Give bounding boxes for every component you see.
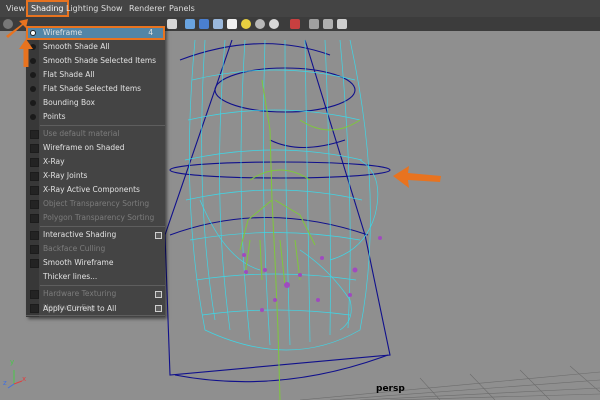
checkbox-icon <box>30 231 39 240</box>
checkbox-icon <box>30 144 39 153</box>
pointer-arrow-icon <box>6 19 28 38</box>
default-light-icon[interactable] <box>241 19 251 29</box>
menu-show[interactable]: Show <box>98 0 126 17</box>
grid-icon[interactable] <box>167 19 177 29</box>
axis-gizmo <box>7 370 23 389</box>
menu-item-wireframe-on-shaded[interactable]: Wireframe on Shaded <box>26 141 165 155</box>
checkbox-icon <box>30 214 39 223</box>
shading-menu: Wireframe 4 Smooth Shade All Smooth Shad… <box>26 26 165 317</box>
axis-label-z: z <box>3 379 7 387</box>
radio-bullet-icon <box>30 100 36 106</box>
shadows-icon[interactable] <box>269 19 279 29</box>
cyan-mesh <box>184 39 379 351</box>
checkbox-icon <box>30 172 39 181</box>
textured-icon[interactable] <box>227 19 237 29</box>
menu-item-thicker-lines[interactable]: Thicker lines... <box>26 270 165 284</box>
shortcut-label: 4 <box>148 28 153 37</box>
checkbox-icon <box>30 158 39 167</box>
axis-label-y: y <box>10 358 15 366</box>
radio-bullet-icon <box>30 86 36 92</box>
wireframe-icon[interactable] <box>185 19 195 29</box>
axis-label-x: x <box>22 375 27 383</box>
menu-view[interactable]: View <box>3 0 28 17</box>
menu-item-xray[interactable]: X-Ray <box>26 155 165 169</box>
camera-label: persp <box>376 384 405 394</box>
radio-bullet-icon <box>30 114 36 120</box>
menu-item-smooth-wireframe[interactable]: Smooth Wireframe <box>26 256 165 270</box>
menu-item-hardware-texturing[interactable]: Hardware Texturing <box>26 287 165 301</box>
panel-menubar: View Shading Lighting Show Renderer Pane… <box>0 0 600 17</box>
smooth-shade-icon[interactable] <box>199 19 209 29</box>
skeleton-joints <box>239 79 361 400</box>
menu-lighting[interactable]: Lighting <box>63 0 101 17</box>
all-lights-icon[interactable] <box>255 19 265 29</box>
checkbox-icon <box>30 186 39 195</box>
menu-item-flat-shade-all[interactable]: Flat Shade All <box>26 68 165 82</box>
xray-icon[interactable] <box>309 19 319 29</box>
menu-item-bounding-box[interactable]: Bounding Box <box>26 96 165 110</box>
menu-item-smooth-shade-selected[interactable]: Smooth Shade Selected Items <box>26 54 165 68</box>
xray-joints-icon[interactable] <box>323 19 333 29</box>
menu-item-flat-shade-selected[interactable]: Flat Shade Selected Items <box>26 82 165 96</box>
pointer-arrow-icon <box>393 166 441 188</box>
isolate-select-icon[interactable] <box>290 19 300 29</box>
menu-renderer[interactable]: Renderer <box>126 0 169 17</box>
pointer-arrow-icon <box>19 39 33 67</box>
menu-item-xray-active-components[interactable]: X-Ray Active Components <box>26 183 165 197</box>
menu-item-apply-current-to-all[interactable]: Apply Current to All <box>26 302 165 316</box>
radio-bullet-icon <box>30 72 36 78</box>
wireframe-on-shaded-icon[interactable] <box>213 19 223 29</box>
checkbox-icon <box>30 259 39 268</box>
menu-separator <box>40 226 165 227</box>
menu-separator <box>40 125 165 126</box>
share-icon[interactable] <box>337 19 347 29</box>
menu-separator <box>40 285 165 286</box>
menu-item-wireframe[interactable]: Wireframe 4 <box>26 26 165 40</box>
option-box-icon[interactable] <box>155 232 162 239</box>
menu-item-polygon-transparency-sorting[interactable]: Polygon Transparency Sorting <box>26 211 165 225</box>
body-outline-lines <box>164 39 391 383</box>
menu-item-use-default-material[interactable]: Use default material <box>26 127 165 141</box>
menu-item-smooth-shade-all[interactable]: Smooth Shade All <box>26 40 165 54</box>
checkbox-icon <box>30 200 39 209</box>
menu-item-object-transparency-sorting[interactable]: Object Transparency Sorting <box>26 197 165 211</box>
menu-item-interactive-shading[interactable]: Interactive Shading <box>26 228 165 242</box>
checkbox-icon <box>30 245 39 254</box>
radio-bullet-icon <box>30 30 36 36</box>
option-box-icon[interactable] <box>155 291 162 298</box>
menu-panels[interactable]: Panels <box>166 0 198 17</box>
ground-grid <box>299 365 600 400</box>
checkbox-icon <box>30 130 39 139</box>
menu-item-points[interactable]: Points <box>26 110 165 124</box>
checkbox-icon <box>30 290 39 299</box>
menu-item-xray-joints[interactable]: X-Ray Joints <box>26 169 165 183</box>
menu-item-backface-culling[interactable]: Backface Culling <box>26 242 165 256</box>
